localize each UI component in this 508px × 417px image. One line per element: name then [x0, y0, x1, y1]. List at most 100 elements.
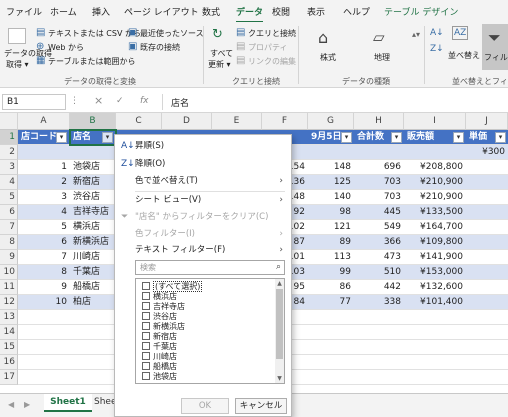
- store-name-cell[interactable]: 新横浜店: [70, 235, 116, 250]
- column-header-a[interactable]: A: [18, 113, 70, 130]
- unit-price-cell[interactable]: ¥300: [466, 145, 508, 160]
- store-name-cell[interactable]: 新宿店: [70, 175, 116, 190]
- filter-list-item[interactable]: 川崎店: [142, 352, 177, 362]
- filter-list-item[interactable]: 渋谷店: [142, 312, 177, 322]
- store-code-cell[interactable]: 9: [18, 280, 70, 295]
- filter-list-item[interactable]: 横浜店: [142, 292, 177, 302]
- store-name-cell[interactable]: 千葉店: [70, 265, 116, 280]
- refresh-all-button[interactable]: すべて: [210, 48, 233, 59]
- sort-asc-icon[interactable]: A↓: [430, 28, 444, 38]
- value-cell[interactable]: 77: [308, 295, 354, 310]
- scroll-up-icon[interactable]: ▲: [276, 280, 283, 287]
- checkbox[interactable]: [142, 322, 150, 330]
- filter-list-item[interactable]: 吉祥寺店: [142, 302, 185, 312]
- row-header[interactable]: 16: [0, 355, 18, 370]
- store-code-cell[interactable]: 4: [18, 205, 70, 220]
- get-data-dropdown[interactable]: 取得 ▾: [6, 59, 29, 70]
- value-cell[interactable]: 89: [308, 235, 354, 250]
- checkbox[interactable]: [142, 362, 150, 370]
- sheet-prev-icon[interactable]: ◀: [8, 400, 14, 409]
- insert-function-icon[interactable]: fx: [140, 96, 149, 106]
- store-code-cell[interactable]: 5: [18, 220, 70, 235]
- sales-cell[interactable]: ¥210,900: [404, 190, 466, 205]
- scroll-down-icon[interactable]: ▼: [276, 375, 283, 382]
- sort-by-color-item[interactable]: 色で並べ替え(T) ›: [115, 173, 291, 189]
- row-header[interactable]: 7: [0, 220, 18, 235]
- sales-cell[interactable]: ¥132,600: [404, 280, 466, 295]
- tab-page-layout[interactable]: ページ レイアウト: [124, 5, 199, 18]
- sales-cell[interactable]: ¥153,000: [404, 265, 466, 280]
- stocks-button[interactable]: 株式: [320, 52, 336, 63]
- sales-cell[interactable]: ¥133,500: [404, 205, 466, 220]
- geography-button[interactable]: 地理: [374, 52, 390, 63]
- scrollbar-thumb[interactable]: [276, 289, 283, 359]
- sheet-view-item[interactable]: シート ビュー(V) ›: [115, 192, 291, 208]
- value-cell[interactable]: 98: [308, 205, 354, 220]
- filter-list-item[interactable]: 千葉店: [142, 342, 177, 352]
- color-filter-item[interactable]: 色フィルター(I) ›: [115, 226, 291, 242]
- total-cell[interactable]: 510: [354, 265, 404, 280]
- total-cell[interactable]: 473: [354, 250, 404, 265]
- row-header[interactable]: 8: [0, 235, 18, 250]
- ok-button[interactable]: OK: [181, 398, 229, 414]
- checkbox[interactable]: [142, 332, 150, 340]
- properties-button[interactable]: プロパティ: [248, 42, 288, 53]
- sheet-tab-sheet1[interactable]: Sheet1: [44, 394, 92, 412]
- row-header[interactable]: 2: [0, 145, 18, 160]
- filter-value-list[interactable]: (すべて選択) 横浜店 吉祥寺店 渋谷店 新横浜店 新宿店 千葉店 川崎店 船橋…: [135, 278, 285, 384]
- filter-list-item[interactable]: 新横浜店: [142, 322, 185, 332]
- filter-list-item[interactable]: 新宿店: [142, 332, 177, 342]
- checkbox[interactable]: [142, 372, 150, 380]
- row-header[interactable]: 4: [0, 175, 18, 190]
- filter-dropdown-button-active[interactable]: ▾: [102, 132, 113, 143]
- store-code-cell[interactable]: 7: [18, 250, 70, 265]
- column-header-h[interactable]: H: [354, 113, 404, 130]
- checkbox[interactable]: [142, 312, 150, 320]
- value-cell[interactable]: 113: [308, 250, 354, 265]
- store-name-cell[interactable]: 川崎店: [70, 250, 116, 265]
- tab-file[interactable]: ファイル: [6, 5, 42, 18]
- value-cell[interactable]: 148: [308, 160, 354, 175]
- row-header[interactable]: 12: [0, 295, 18, 310]
- sales-cell[interactable]: ¥210,900: [404, 175, 466, 190]
- store-name-cell[interactable]: 横浜店: [70, 220, 116, 235]
- recent-sources-button[interactable]: 最近使ったソース: [140, 28, 204, 39]
- enter-icon[interactable]: ✓: [116, 96, 124, 106]
- tab-formulas[interactable]: 数式: [202, 5, 220, 18]
- filter-list-item[interactable]: 池袋店: [142, 372, 177, 382]
- edit-links-button[interactable]: リンクの編集: [248, 56, 296, 67]
- tab-view[interactable]: 表示: [307, 5, 325, 18]
- total-cell[interactable]: 338: [354, 295, 404, 310]
- value-cell[interactable]: 86: [308, 280, 354, 295]
- checkbox[interactable]: [142, 292, 150, 300]
- data-types-more-icon[interactable]: ▴▾: [412, 30, 420, 39]
- sort-ascending-item[interactable]: A↓ 昇順(S): [115, 138, 291, 154]
- sales-cell[interactable]: ¥101,400: [404, 295, 466, 310]
- store-name-cell[interactable]: 池袋店: [70, 160, 116, 175]
- sales-cell[interactable]: ¥208,800: [404, 160, 466, 175]
- total-cell[interactable]: 442: [354, 280, 404, 295]
- row-header[interactable]: 5: [0, 190, 18, 205]
- store-code-cell[interactable]: 1: [18, 160, 70, 175]
- name-box[interactable]: B1: [2, 94, 66, 110]
- row-header[interactable]: 13: [0, 310, 18, 325]
- checkbox[interactable]: [142, 342, 150, 350]
- total-cell[interactable]: 703: [354, 175, 404, 190]
- column-header-d[interactable]: D: [162, 113, 212, 130]
- store-code-cell[interactable]: 6: [18, 235, 70, 250]
- filter-dropdown-button[interactable]: ▾: [495, 132, 506, 143]
- total-cell[interactable]: 703: [354, 190, 404, 205]
- existing-connections-button[interactable]: 既存の接続: [140, 42, 180, 53]
- filter-button-bg[interactable]: ⏷ フィルター: [482, 24, 508, 70]
- row-header[interactable]: 10: [0, 265, 18, 280]
- text-filter-item[interactable]: テキスト フィルター(F) ›: [115, 242, 291, 258]
- sort-desc-icon[interactable]: Z↓: [430, 44, 444, 54]
- column-header-j[interactable]: J: [466, 113, 508, 130]
- filter-button[interactable]: フィルター: [484, 52, 508, 63]
- store-name-cell[interactable]: 柏店: [70, 295, 116, 310]
- filter-dropdown-button[interactable]: ▾: [341, 132, 352, 143]
- store-name-cell[interactable]: 吉祥寺店: [70, 205, 116, 220]
- value-cell[interactable]: 99: [308, 265, 354, 280]
- refresh-all-dropdown[interactable]: 更新 ▾: [208, 59, 231, 70]
- row-header[interactable]: 15: [0, 340, 18, 355]
